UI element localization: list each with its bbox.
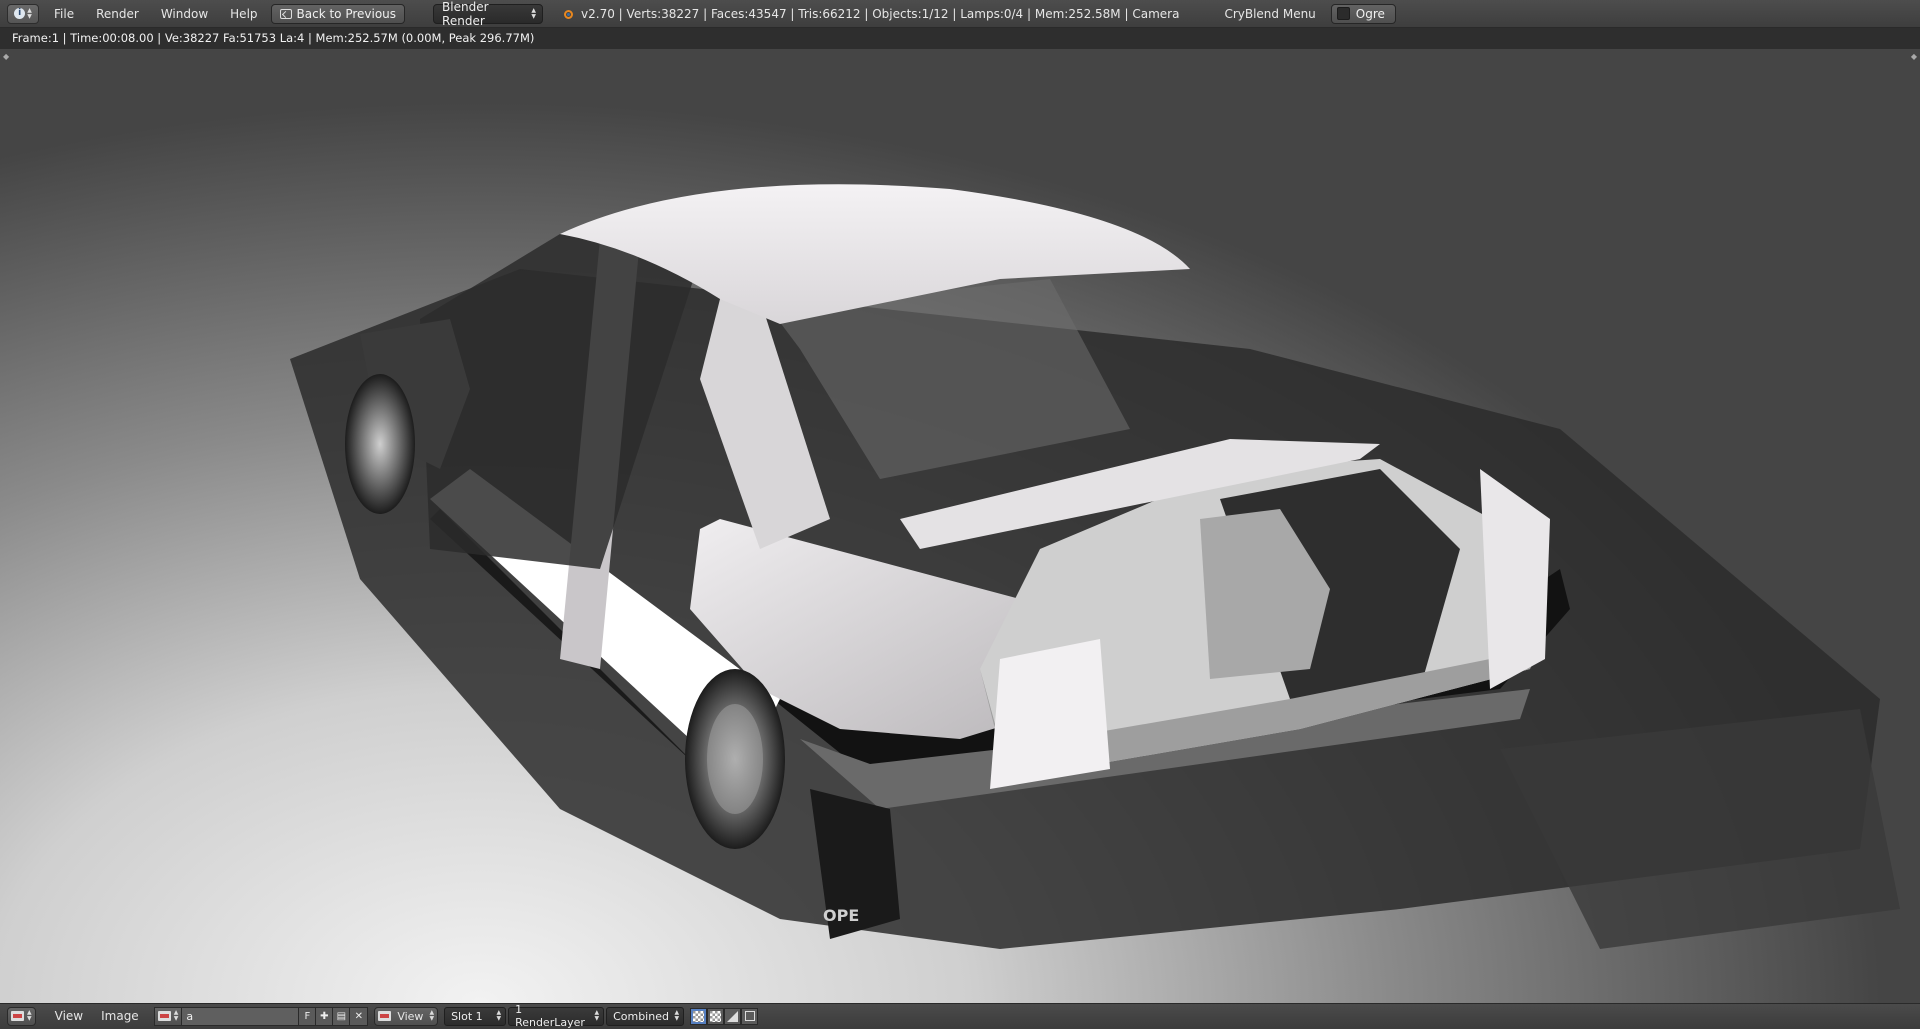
ogre-checkbox[interactable] (1336, 7, 1350, 20)
pin-image-icon[interactable] (741, 1007, 759, 1025)
rendered-car-image: OPE (290, 184, 1900, 949)
ogre-label: Ogre (1355, 6, 1385, 21)
color-alpha-icon[interactable] (690, 1007, 708, 1025)
editor-type-selector[interactable]: ▲ ▼ (7, 1006, 36, 1026)
new-image-icon[interactable]: ✚ (316, 1007, 334, 1025)
render-info-text: Frame:1 | Time:00:08.00 | Ve:38227 Fa:51… (12, 31, 535, 45)
updown-arrows-icon: ▲ ▼ (496, 1009, 502, 1022)
fake-user-button[interactable]: F (299, 1007, 317, 1025)
back-to-previous-label: Back to Previous (296, 6, 397, 21)
cryblend-menu[interactable]: CryBlend Menu (1213, 0, 1326, 28)
blender-logo-icon (561, 7, 575, 21)
menu-image[interactable]: Image (92, 1009, 148, 1023)
info-icon: i (14, 8, 26, 19)
render-layer-dropdown[interactable]: 1 RenderLayer ▲ ▼ (508, 1003, 605, 1029)
mudflap-text: OPE (823, 906, 859, 925)
render-pass-dropdown[interactable]: Combined ▲ ▼ (606, 1006, 685, 1026)
render-engine-dropdown[interactable]: Blender Render ▲ ▼ (433, 0, 544, 28)
render-pass-label: Combined (613, 1009, 669, 1023)
alpha-checker-icon[interactable] (707, 1007, 725, 1025)
image-name-input[interactable] (181, 1007, 300, 1025)
back-arrow-icon (279, 8, 292, 19)
updown-arrows-icon: ▲ ▼ (173, 1009, 179, 1022)
editor-type-selector[interactable]: i ▲ ▼ (7, 3, 39, 24)
updown-arrows-icon: ▲ ▼ (27, 6, 32, 20)
draw-channels-group (690, 1007, 759, 1025)
dropdown-arrows-icon: ▲ ▼ (531, 6, 537, 20)
menu-file[interactable]: File (43, 0, 85, 28)
browse-image-button[interactable]: ▲ ▼ (154, 1007, 182, 1025)
updown-arrows-icon: ▲ ▼ (27, 1009, 32, 1022)
view-mode-icon (378, 1011, 392, 1021)
menu-help[interactable]: Help (219, 0, 268, 28)
open-image-icon[interactable]: ▤ (333, 1007, 351, 1025)
z-buffer-icon[interactable] (724, 1007, 742, 1025)
view-mode-dropdown[interactable]: View ▲ ▼ (374, 1006, 439, 1026)
updown-arrows-icon: ▲ ▼ (674, 1009, 680, 1022)
updown-arrows-icon: ▲ ▼ (429, 1009, 435, 1022)
image-datablock-selector: ▲▼ F ✚ ▤ ✕ (153, 1006, 369, 1026)
ogre-toggle[interactable]: Ogre (1330, 3, 1396, 24)
image-editor-icon (11, 1011, 24, 1021)
menu-view[interactable]: View (46, 1009, 92, 1023)
view-mode-label: View (397, 1009, 424, 1023)
updown-arrows-icon: ▲ ▼ (594, 1009, 600, 1022)
menu-render[interactable]: Render (85, 0, 150, 28)
render-engine-label: Blender Render (442, 0, 489, 28)
render-layer-label: 1 RenderLayer (515, 1003, 585, 1029)
render-info-bar: Frame:1 | Time:00:08.00 | Ve:38227 Fa:51… (0, 28, 1920, 49)
scene-stats: v2.70 | Verts:38227 | Faces:43547 | Tris… (581, 6, 1180, 21)
menu-window[interactable]: Window (150, 0, 219, 28)
slot-label: Slot 1 (451, 1009, 483, 1023)
unlink-image-icon[interactable]: ✕ (350, 1008, 367, 1025)
image-editor-header: ▲▼ View Image ▲▼ F ✚ ▤ ✕ View ▲▼ Slot 1 … (0, 1003, 1920, 1029)
image-editor-viewport[interactable]: ◆ ◆ OPE (0, 49, 1920, 1003)
info-header: i ▲ ▼ File Render Window Help Back to Pre… (0, 0, 1920, 28)
slot-dropdown[interactable]: Slot 1 ▲ ▼ (444, 1006, 507, 1026)
back-to-previous-button[interactable]: Back to Previous (270, 3, 406, 24)
image-browse-icon (157, 1011, 171, 1021)
